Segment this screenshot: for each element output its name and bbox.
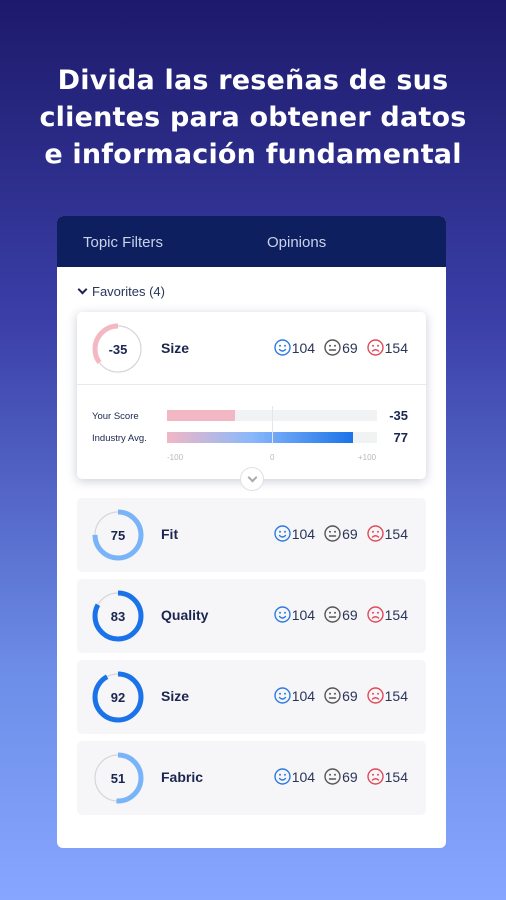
headline-line: e información fundamental	[44, 139, 462, 170]
neutral-count-value: 69	[342, 687, 358, 704]
axis-tick: -100	[167, 453, 184, 462]
positive-count-value: 104	[291, 687, 316, 704]
industry-avg-value: 77	[393, 430, 408, 445]
divider	[77, 384, 426, 385]
frown-icon	[366, 525, 384, 542]
tab-opinions[interactable]: Opinions	[267, 234, 326, 251]
score-ring: -35	[92, 323, 144, 375]
negative-count-value: 154	[384, 606, 408, 623]
neutral-face-icon	[324, 768, 341, 785]
neutral-count-value: 69	[342, 768, 358, 785]
negative-count: 154	[366, 525, 408, 542]
score-ring: 51	[92, 752, 144, 804]
topic-name: Fabric	[161, 769, 204, 785]
your-score-label: Your Score	[92, 411, 139, 422]
chevron-down-icon	[77, 284, 88, 295]
topic-row[interactable]: 75 Fit 104 69 154	[77, 498, 426, 572]
smiley-icon	[274, 525, 291, 542]
positive-count: 104	[274, 525, 315, 542]
topic-name: Quality	[161, 607, 209, 623]
neutral-count: 69	[324, 768, 358, 785]
score-value: 92	[110, 689, 126, 705]
sentiment-counts: 104 69 154	[274, 768, 408, 785]
favorites-label: Favorites (4)	[92, 284, 165, 299]
tab-topic-filters[interactable]: Topic Filters	[83, 234, 163, 251]
topic-name: Size	[161, 688, 190, 704]
topic-name: Fit	[161, 526, 179, 542]
negative-count: 154	[366, 687, 408, 704]
app-card: Topic Filters Opinions Favorites (4) -35…	[57, 216, 446, 848]
favorites-toggle[interactable]: Favorites (4)	[77, 284, 165, 299]
negative-count: 154	[366, 768, 408, 785]
sentiment-counts: 104 69 154	[274, 339, 408, 356]
negative-count-value: 154	[384, 768, 408, 785]
negative-count-value: 154	[384, 339, 408, 356]
neutral-face-icon	[324, 525, 341, 542]
positive-count: 104	[274, 606, 315, 623]
headline: Divida las reseñas de sus clientes para …	[0, 62, 506, 173]
chevron-down-icon	[247, 472, 257, 482]
negative-count: 154	[366, 606, 408, 623]
positive-count: 104	[274, 687, 315, 704]
negative-count-value: 154	[384, 687, 408, 704]
neutral-face-icon	[324, 687, 341, 704]
frown-icon	[366, 687, 384, 704]
smiley-icon	[274, 687, 291, 704]
expanded-topic-card[interactable]: -35 Size 104 69 154 Your Score -35 Industr…	[77, 312, 426, 491]
smiley-icon	[274, 339, 291, 356]
score-ring: 75	[92, 509, 144, 561]
topic-row[interactable]: 92 Size 104 69 154	[77, 660, 426, 734]
headline-line: clientes para obtener datos	[39, 102, 467, 133]
smiley-icon	[274, 606, 291, 623]
axis-tick: 0	[270, 453, 275, 462]
score-value: 83	[110, 608, 126, 624]
sentiment-counts: 104 69 154	[274, 606, 408, 623]
topic-row[interactable]: 51 Fabric 104 69 154	[77, 741, 426, 815]
zero-line	[272, 406, 273, 444]
score-value: -35	[108, 341, 128, 357]
positive-count-value: 104	[291, 339, 316, 356]
neutral-count-value: 69	[342, 606, 358, 623]
frown-icon	[366, 768, 384, 785]
score-value: 51	[110, 770, 126, 786]
score-value: 75	[110, 527, 126, 543]
your-score-fill	[167, 410, 236, 421]
topic-name: Size	[161, 340, 190, 356]
axis-tick: +100	[358, 453, 377, 462]
negative-count-value: 154	[384, 525, 408, 542]
neutral-face-icon	[324, 339, 341, 356]
frown-icon	[366, 339, 384, 356]
tab-bar: Topic Filters Opinions	[57, 216, 446, 267]
negative-count: 154	[366, 339, 408, 356]
neutral-count-value: 69	[342, 525, 358, 542]
positive-count-value: 104	[291, 606, 316, 623]
industry-avg-label: Industry Avg.	[92, 433, 147, 444]
headline-line: Divida las reseñas de sus	[57, 65, 449, 96]
neutral-count: 69	[324, 606, 358, 623]
collapse-button[interactable]	[240, 467, 264, 491]
frown-icon	[366, 606, 384, 623]
your-score-value: -35	[389, 408, 408, 423]
positive-count-value: 104	[291, 525, 316, 542]
neutral-count: 69	[324, 687, 358, 704]
score-ring: 83	[92, 590, 144, 642]
positive-count: 104	[274, 768, 315, 785]
industry-avg-fill	[167, 432, 353, 443]
score-ring: 92	[92, 671, 144, 723]
neutral-count-value: 69	[342, 339, 358, 356]
smiley-icon	[274, 768, 291, 785]
positive-count-value: 104	[291, 768, 316, 785]
sentiment-counts: 104 69 154	[274, 525, 408, 542]
neutral-face-icon	[324, 606, 341, 623]
sentiment-counts: 104 69 154	[274, 687, 408, 704]
neutral-count: 69	[324, 339, 358, 356]
positive-count: 104	[274, 339, 315, 356]
topic-row[interactable]: 83 Quality 104 69 154	[77, 579, 426, 653]
neutral-count: 69	[324, 525, 358, 542]
